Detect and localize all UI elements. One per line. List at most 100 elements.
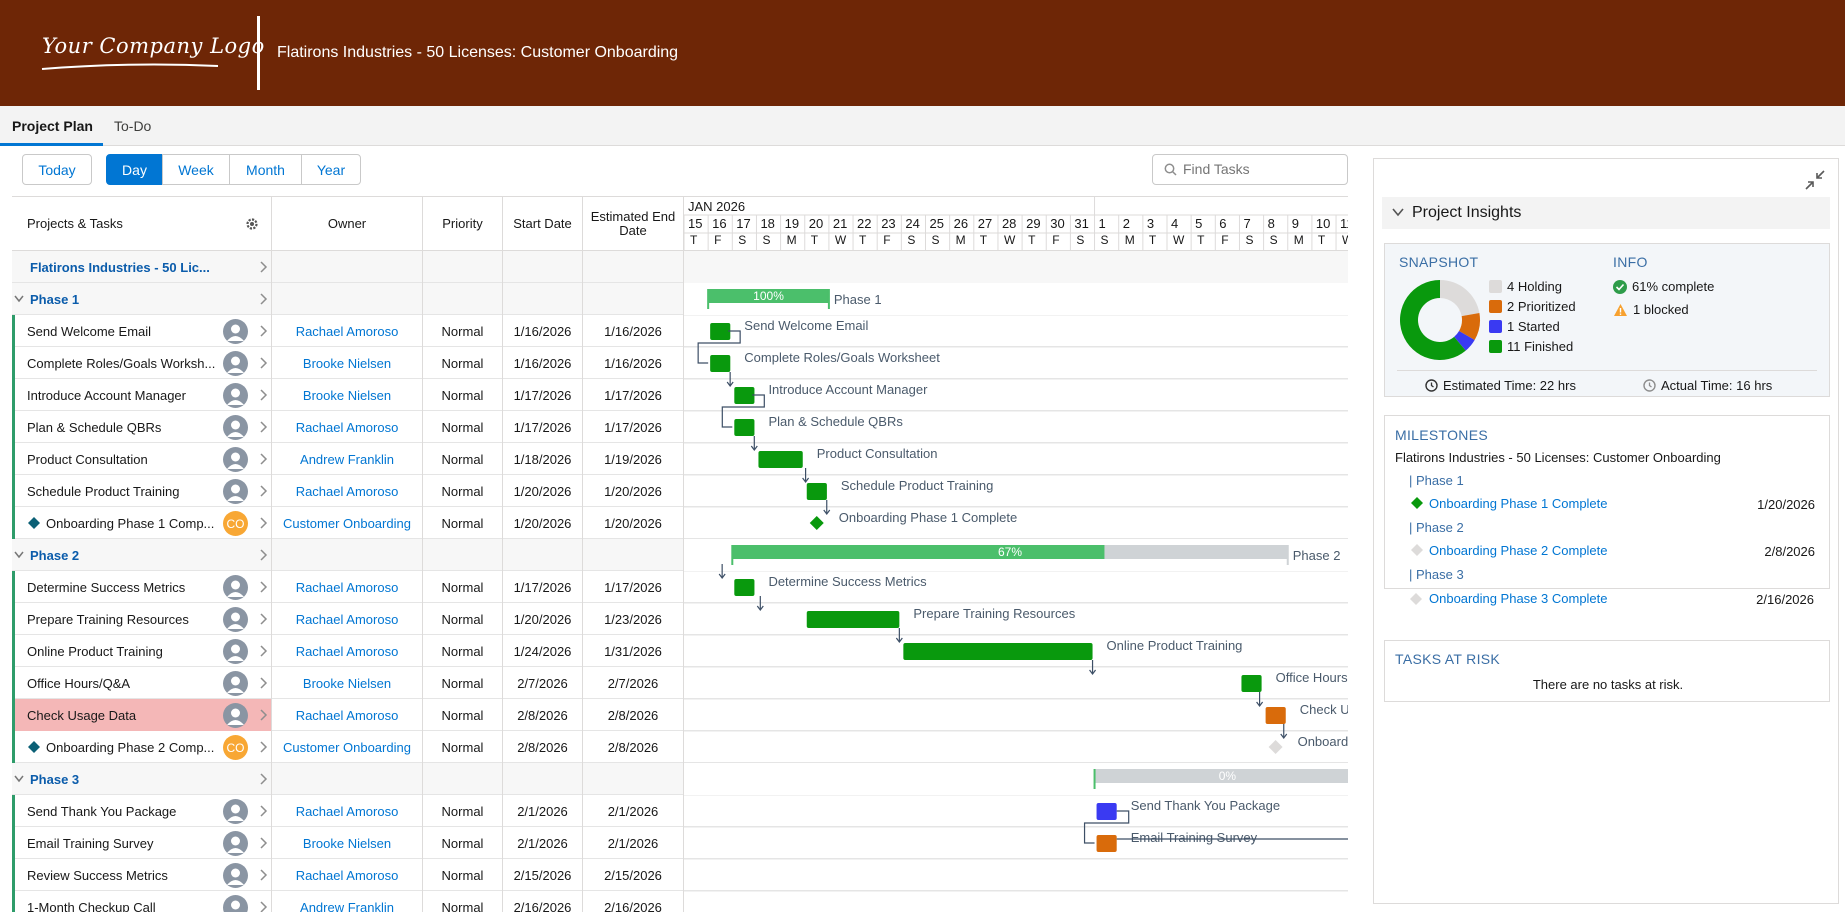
task-name[interactable]: 1-Month Checkup Call	[12, 900, 156, 913]
owner-cell[interactable]: Rachael Amoroso	[272, 603, 423, 635]
task-name[interactable]: Office Hours/Q&A	[12, 676, 130, 691]
task-name[interactable]: Review Success Metrics	[12, 868, 168, 883]
tab-to-do[interactable]: To-Do	[114, 118, 151, 134]
project-insights-header[interactable]: Project Insights	[1382, 197, 1830, 229]
owner-cell[interactable]: Andrew Franklin	[272, 891, 423, 912]
chevron-right-icon[interactable]	[260, 421, 268, 433]
week-view-button[interactable]: Week	[162, 154, 230, 185]
task-name[interactable]: Onboarding Phase 1 Comp...	[40, 516, 214, 531]
column-header-owner[interactable]: Owner	[272, 197, 423, 251]
avatar[interactable]	[223, 671, 248, 696]
owner-cell[interactable]: Rachael Amoroso	[272, 699, 423, 731]
chevron-right-icon[interactable]	[260, 325, 268, 337]
task-name-cell[interactable]: Schedule Product Training	[12, 475, 272, 507]
task-name-cell[interactable]: Review Success Metrics	[12, 859, 272, 891]
task-name-cell[interactable]: Product Consultation	[12, 443, 272, 475]
task-name-cell[interactable]: Check Usage Data	[12, 699, 272, 731]
task-name[interactable]: Flatirons Industries - 50 Lic...	[12, 260, 210, 275]
task-name-cell[interactable]: Office Hours/Q&A	[12, 667, 272, 699]
task-name[interactable]: Check Usage Data	[12, 708, 136, 723]
task-name-cell[interactable]: Plan & Schedule QBRs	[12, 411, 272, 443]
task-bar[interactable]	[710, 323, 731, 340]
task-bar[interactable]	[734, 419, 755, 436]
avatar[interactable]	[223, 639, 248, 664]
task-bar[interactable]	[806, 611, 900, 628]
task-name[interactable]: Introduce Account Manager	[12, 388, 186, 403]
collapse-panel-icon[interactable]	[1804, 169, 1826, 191]
chevron-right-icon[interactable]	[260, 613, 268, 625]
task-name[interactable]: Determine Success Metrics	[12, 580, 185, 595]
task-bar[interactable]	[1241, 675, 1262, 692]
task-name-cell[interactable]: Onboarding Phase 2 Comp... CO	[12, 731, 272, 763]
milestone-link-2[interactable]: Onboarding Phase 2 Complete	[1429, 543, 1608, 558]
chevron-right-icon[interactable]	[260, 773, 268, 785]
chevron-right-icon[interactable]	[260, 293, 268, 305]
task-name[interactable]: Onboarding Phase 2 Comp...	[40, 740, 214, 755]
task-name-cell[interactable]: Phase 3	[12, 763, 272, 795]
task-name-cell[interactable]: Introduce Account Manager	[12, 379, 272, 411]
owner-cell[interactable]: Rachael Amoroso	[272, 635, 423, 667]
column-header-tasks[interactable]: Projects & Tasks	[12, 197, 272, 251]
avatar[interactable]	[223, 831, 248, 856]
task-name-cell[interactable]: Phase 2	[12, 539, 272, 571]
task-name-cell[interactable]: Onboarding Phase 1 Comp... CO	[12, 507, 272, 539]
gear-icon[interactable]	[245, 217, 259, 231]
task-name[interactable]: Email Training Survey	[12, 836, 153, 851]
owner-cell[interactable]: Rachael Amoroso	[272, 475, 423, 507]
milestone-link-1[interactable]: Onboarding Phase 1 Complete	[1429, 496, 1608, 511]
chevron-right-icon[interactable]	[260, 837, 268, 849]
task-name-cell[interactable]: Phase 1	[12, 283, 272, 315]
task-name-cell[interactable]: Prepare Training Resources	[12, 603, 272, 635]
avatar[interactable]	[223, 479, 248, 504]
chevron-right-icon[interactable]	[260, 805, 268, 817]
owner-cell[interactable]: Rachael Amoroso	[272, 411, 423, 443]
task-name-cell[interactable]: Send Welcome Email	[12, 315, 272, 347]
chevron-right-icon[interactable]	[260, 485, 268, 497]
chevron-right-icon[interactable]	[260, 677, 268, 689]
chevron-right-icon[interactable]	[260, 389, 268, 401]
owner-cell[interactable]	[272, 251, 423, 283]
owner-cell[interactable]	[272, 763, 423, 795]
owner-cell[interactable]: Brooke Nielsen	[272, 827, 423, 859]
year-view-button[interactable]: Year	[301, 154, 361, 185]
find-tasks-search[interactable]	[1152, 154, 1348, 185]
chevron-right-icon[interactable]	[260, 517, 268, 529]
chevron-right-icon[interactable]	[260, 645, 268, 657]
task-name[interactable]: Online Product Training	[12, 644, 163, 659]
owner-cell[interactable]: Rachael Amoroso	[272, 795, 423, 827]
chevron-right-icon[interactable]	[260, 869, 268, 881]
chevron-right-icon[interactable]	[260, 261, 268, 273]
owner-cell[interactable]: Rachael Amoroso	[272, 315, 423, 347]
owner-cell[interactable]	[272, 283, 423, 315]
task-bar[interactable]	[1265, 707, 1286, 724]
avatar[interactable]	[223, 703, 248, 728]
tab-project-plan[interactable]: Project Plan	[12, 118, 93, 134]
chevron-right-icon[interactable]	[260, 453, 268, 465]
task-name-cell[interactable]: Email Training Survey	[12, 827, 272, 859]
today-button[interactable]: Today	[22, 154, 92, 185]
owner-cell[interactable]: Rachael Amoroso	[272, 571, 423, 603]
avatar[interactable]	[223, 575, 248, 600]
task-name[interactable]: Plan & Schedule QBRs	[12, 420, 161, 435]
column-header-end-date[interactable]: Estimated End Date	[583, 197, 684, 251]
chevron-right-icon[interactable]	[260, 357, 268, 369]
avatar[interactable]	[223, 351, 248, 376]
task-name-cell[interactable]: Send Thank You Package	[12, 795, 272, 827]
avatar[interactable]: CO	[223, 735, 248, 760]
day-view-button[interactable]: Day	[106, 154, 163, 185]
chevron-right-icon[interactable]	[260, 741, 268, 753]
avatar[interactable]	[223, 895, 248, 912]
avatar[interactable]	[223, 383, 248, 408]
task-bar[interactable]	[758, 451, 803, 468]
owner-cell[interactable]	[272, 539, 423, 571]
owner-cell[interactable]: Brooke Nielsen	[272, 379, 423, 411]
search-input[interactable]	[1183, 161, 1341, 177]
owner-cell[interactable]: Customer Onboarding	[272, 507, 423, 539]
owner-cell[interactable]: Rachael Amoroso	[272, 859, 423, 891]
milestone-link-3[interactable]: Onboarding Phase 3 Complete	[1429, 591, 1608, 606]
owner-cell[interactable]: Brooke Nielsen	[272, 667, 423, 699]
task-name-cell[interactable]: Determine Success Metrics	[12, 571, 272, 603]
chevron-right-icon[interactable]	[260, 549, 268, 561]
chevron-right-icon[interactable]	[260, 901, 268, 912]
task-bar[interactable]	[1096, 803, 1117, 820]
